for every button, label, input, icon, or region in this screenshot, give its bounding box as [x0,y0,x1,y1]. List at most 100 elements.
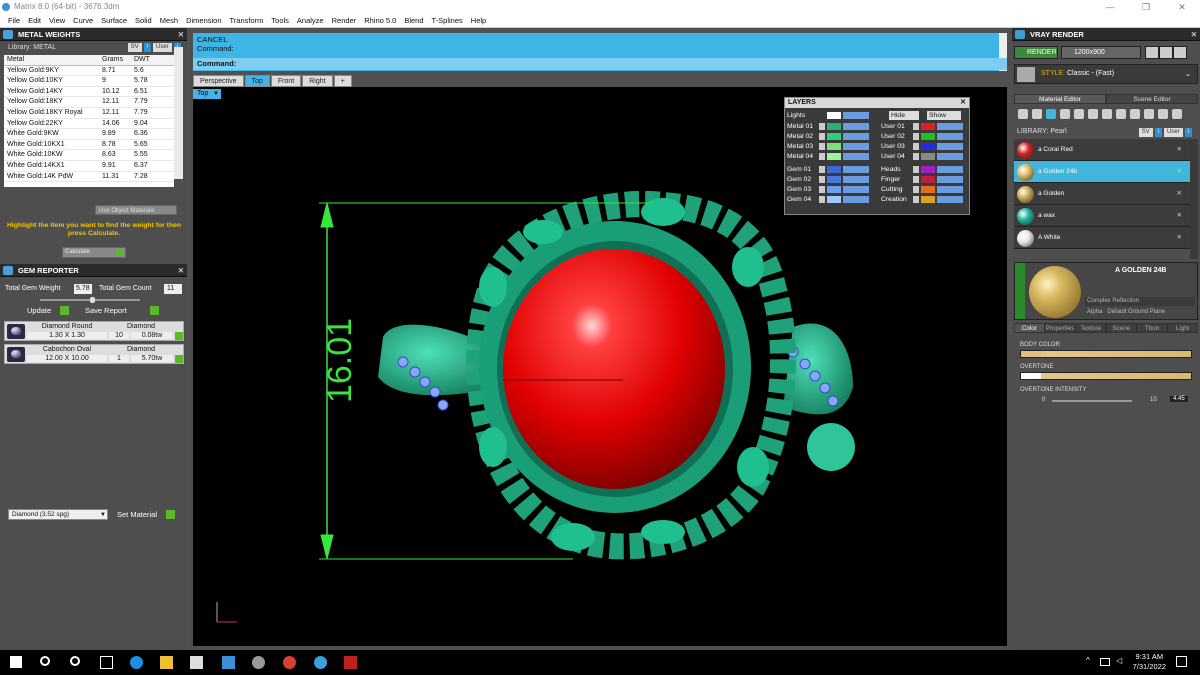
tab-properties[interactable]: Properties [1044,323,1076,333]
info-icon[interactable]: i [143,43,151,52]
layer-arrow-icon[interactable] [913,166,919,173]
close-icon[interactable]: ✕ [960,98,966,108]
close-icon[interactable]: ✕ [1177,161,1182,183]
close-icon[interactable]: ✕ [178,264,184,277]
layer-arrow-icon[interactable] [819,123,825,130]
close-icon[interactable]: ✕ [1177,227,1182,249]
layer-toggles[interactable] [937,166,963,173]
overtone-bar[interactable] [1020,372,1192,380]
table-row[interactable]: Yellow Gold:18KY Royal 12.11 7.79 [4,108,174,119]
layer-toggles[interactable] [843,143,869,150]
layer-toggles[interactable] [937,186,963,193]
tab-right[interactable]: Right [302,75,333,87]
layer-toggles[interactable] [937,153,963,160]
menu-tools[interactable]: Tools [267,14,293,27]
viewport-name-label[interactable]: Top ▼ [193,89,221,99]
tab-scene-editor[interactable]: Scene Editor [1106,94,1198,104]
menu-dimension[interactable]: Dimension [182,14,225,27]
table-row[interactable]: White Gold:14K PdW 11.31 7.28 [4,172,174,183]
menu-mesh[interactable]: Mesh [156,14,182,27]
layer-color-swatch[interactable] [921,196,935,203]
chevron-up-icon[interactable]: ^ [1086,656,1094,669]
layer-row[interactable]: Gem 02 [787,175,873,184]
body-color-swatch[interactable] [1021,351,1041,357]
body-color-bar[interactable] [1020,350,1192,358]
menu-analyze[interactable]: Analyze [293,14,328,27]
layer-color-swatch[interactable] [827,123,841,130]
layer-row[interactable]: User 04 [881,152,967,161]
rhino-icon[interactable] [252,656,265,669]
grid2-icon[interactable] [1116,109,1126,119]
col-grams[interactable]: Grams [99,55,131,65]
layer-arrow-icon[interactable] [913,123,919,130]
tab-front[interactable]: Front [270,75,302,87]
reflection-select[interactable]: Complex Reflection [1085,297,1195,306]
refresh-icon[interactable] [1173,46,1187,59]
layer-color-swatch[interactable] [827,133,841,140]
tab-perspective[interactable]: Perspective [193,75,244,87]
close-icon[interactable]: ✕ [1177,139,1182,161]
app-icon[interactable] [344,656,357,669]
material-item[interactable]: a Golden ✕ [1014,183,1190,205]
layer-row[interactable]: User 03 [881,142,967,151]
layer-toggles[interactable] [843,196,869,203]
layer-color-swatch[interactable] [827,143,841,150]
menu-tsplines[interactable]: T-Splines [428,14,467,27]
hide-button[interactable]: Hide [889,111,919,120]
material-item[interactable]: a Golden 24b ✕ [1014,161,1190,183]
rewind-icon[interactable] [1145,46,1159,59]
grid-icon[interactable] [1060,109,1070,119]
layer-arrow-icon[interactable] [913,143,919,150]
tag-icon[interactable] [1158,109,1168,119]
drop-icon[interactable] [1018,109,1028,119]
menu-file[interactable]: File [4,14,24,27]
layer-row[interactable]: Gem 04 [787,195,873,204]
layer-toggles[interactable] [843,166,869,173]
alpha-label[interactable]: Alpha [1087,309,1102,315]
material-item[interactable]: A White ✕ [1014,227,1190,249]
layer-color-swatch[interactable] [827,153,841,160]
matrix-icon[interactable] [314,656,327,669]
layer-arrow-icon[interactable] [819,143,825,150]
layer-row[interactable]: Metal 01 [787,122,873,131]
overtone-swatch[interactable] [1021,373,1041,379]
style-selector[interactable]: STYLE Classic - (Fast) ⌄ [1014,64,1198,84]
tab-tbon[interactable]: Tbon [1136,323,1168,333]
menu-view[interactable]: View [45,14,69,27]
use-object-materials-button[interactable]: Use Object Materials [95,205,177,215]
chrome-icon[interactable] [283,656,296,669]
layer-color-swatch[interactable] [921,123,935,130]
layer-color-swatch[interactable] [921,176,935,183]
menu-render[interactable]: Render [328,14,361,27]
sv-button[interactable]: SV [127,43,142,52]
sv-button[interactable]: SV [1138,128,1153,137]
layer-color-swatch[interactable] [827,196,841,203]
layer-row[interactable]: Metal 03 [787,142,873,151]
menu-blend[interactable]: Blend [400,14,427,27]
menu-edit[interactable]: Edit [24,14,45,27]
layer-color-swatch[interactable] [827,186,841,193]
table-row[interactable]: White Gold:10KW 8.63 5.55 [4,150,174,161]
gem-slider[interactable] [40,297,140,303]
layer-row[interactable]: User 02 [881,132,967,141]
edge-icon[interactable] [130,656,143,669]
layer-arrow-icon[interactable] [913,153,919,160]
layer-toggles[interactable] [843,112,869,119]
layer-arrow-icon[interactable] [913,176,919,183]
close-icon[interactable]: ✕ [1177,205,1182,227]
layer-toggles[interactable] [843,123,869,130]
gem-row[interactable]: Diamond Round Diamond 1.30 X 1.30 10 0.08tw [4,321,184,341]
gem-row[interactable]: Cabochon Oval Diamond 12.00 X 10.00 1 5.70tw [4,344,184,364]
save-report-button[interactable]: Save Report [85,305,159,316]
layer-color-swatch[interactable] [921,186,935,193]
forward-icon[interactable] [1159,46,1173,59]
table-row[interactable]: Yellow Gold:9KY 8.71 5.6 [4,66,174,77]
task-view-icon[interactable] [100,656,113,669]
overtone-intensity-slider[interactable]: 0 10 4.45 [1020,396,1192,406]
menu-help[interactable]: Help [467,14,490,27]
close-icon[interactable]: ✕ [1177,183,1182,205]
layer-color-swatch[interactable] [827,166,841,173]
material-item[interactable]: a Coral Red ✕ [1014,139,1190,161]
tab-scene[interactable]: Scene [1106,323,1137,333]
layer-toggles[interactable] [937,196,963,203]
